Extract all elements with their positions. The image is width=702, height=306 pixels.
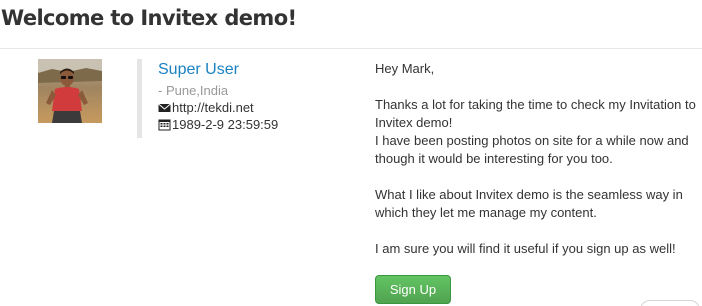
- message-line: I have been posting photos on site for a…: [375, 133, 689, 148]
- message-line: What I like about Invitex demo is the se…: [375, 187, 683, 202]
- message-line: I am sure you will find it useful if you…: [375, 241, 676, 256]
- invitation-message: Hey Mark, Thanks a lot for taking the ti…: [375, 60, 702, 258]
- profile-website[interactable]: http://tekdi.net: [172, 99, 254, 116]
- message-line: though it would be interesting for you t…: [375, 151, 613, 166]
- title-divider: [0, 48, 702, 49]
- profile-divider: [137, 59, 142, 138]
- message-greeting: Hey Mark,: [375, 61, 435, 76]
- corner-pill[interactable]: [640, 300, 700, 306]
- avatar: [38, 59, 102, 123]
- page-title: Welcome to Invitex demo!: [1, 6, 297, 30]
- message-line: Invitex demo!: [375, 115, 453, 130]
- message-line: Thanks a lot for taking the time to chec…: [375, 97, 696, 112]
- calendar-icon: [158, 118, 171, 131]
- envelope-icon: [158, 101, 171, 114]
- invite-page: Welcome to Invitex demo! Super User - Pu…: [0, 0, 702, 306]
- profile-website-row: http://tekdi.net: [158, 99, 358, 116]
- profile-datetime-row: 1989-2-9 23:59:59: [158, 116, 358, 133]
- avatar-photo: [38, 59, 102, 123]
- profile-card: Super User - Pune,India http://tekdi.net: [158, 60, 358, 133]
- message-line: which they let me manage my content.: [375, 205, 597, 220]
- profile-location: - Pune,India: [158, 83, 229, 98]
- signup-button[interactable]: Sign Up: [375, 275, 451, 304]
- profile-name-link[interactable]: Super User: [158, 60, 358, 80]
- profile-datetime: 1989-2-9 23:59:59: [172, 117, 279, 132]
